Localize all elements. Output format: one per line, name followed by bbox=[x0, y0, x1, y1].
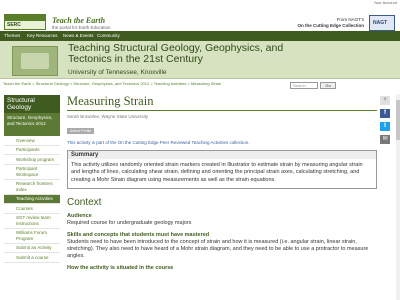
site-header: SERC Teach the Earth the portal for Eart… bbox=[0, 6, 400, 31]
email-icon[interactable]: ✉ bbox=[380, 135, 390, 144]
summary-box: Summary This activity utilizes randomly … bbox=[67, 150, 377, 189]
nagt-logo-text: NAGT bbox=[373, 20, 388, 26]
site-title[interactable]: Teach the Earth bbox=[52, 16, 105, 25]
logo-text: SERC bbox=[7, 22, 21, 28]
your-account-link[interactable]: Your Account bbox=[374, 0, 397, 5]
sidebar-subhead[interactable]: Structure, Geophysics, and Tectonics 201… bbox=[4, 113, 60, 136]
sidebar-item-participant-workspace[interactable]: Participant Workspace bbox=[4, 165, 60, 180]
nav-themes[interactable]: Themes bbox=[4, 33, 20, 38]
sidebar-item-williams-forum[interactable]: Williams Forum Program bbox=[4, 229, 60, 244]
nav-news-events[interactable]: News & Events bbox=[63, 33, 94, 38]
sidebar-item-courses[interactable]: Courses bbox=[4, 204, 60, 214]
author-line[interactable]: Sarah Brownlee, Wayne State University bbox=[67, 114, 377, 119]
nagt-text: From NAGT's On the Cutting Edge Collecti… bbox=[298, 17, 365, 29]
nav-bar: Themes Key Resources News & Events Commu… bbox=[0, 31, 400, 41]
sidebar-head[interactable]: Structural Geology bbox=[4, 95, 60, 113]
author-profile-badge[interactable]: Author Profile bbox=[67, 128, 95, 134]
sidebar-item-workshop-program[interactable]: Workshop program bbox=[4, 155, 60, 165]
twitter-icon[interactable]: t bbox=[380, 122, 390, 131]
sidebar-item-teaching-activities[interactable]: Teaching Activities bbox=[4, 194, 60, 204]
summary-heading: Summary bbox=[68, 151, 376, 159]
nav-key-resources[interactable]: Key Resources bbox=[27, 33, 58, 38]
sidebar: Structural Geology Structure, Geophysics… bbox=[4, 95, 60, 300]
sidebar-item-participants[interactable]: Participants bbox=[4, 146, 60, 155]
logo-bar bbox=[5, 15, 45, 21]
situated-heading: How the activity is situated in the cour… bbox=[67, 264, 174, 271]
serc-logo[interactable]: SERC bbox=[4, 14, 46, 30]
skills-text: Students need to have been introduced to… bbox=[67, 238, 369, 259]
sidebar-item-submit-course[interactable]: Submit a course bbox=[4, 253, 60, 263]
main-content: Measuring Strain Sarah Brownlee, Wayne S… bbox=[67, 94, 377, 271]
nav-community[interactable]: Community bbox=[97, 33, 120, 38]
sidebar-item-review-team[interactable]: SGT review team instructions bbox=[4, 214, 60, 229]
banner-image bbox=[12, 46, 58, 76]
breadcrumb[interactable]: Teach the Earth > Structural Geology > S… bbox=[3, 80, 397, 87]
page-title: Measuring Strain bbox=[67, 94, 377, 111]
scrollbar-thumb[interactable] bbox=[396, 100, 400, 140]
facebook-icon[interactable]: f bbox=[380, 109, 390, 118]
banner-title[interactable]: Teaching Structural Geology, Geophysics,… bbox=[68, 43, 298, 65]
share-plus-icon[interactable]: + bbox=[380, 96, 390, 105]
banner-subtitle: University of Tennessee, Knoxville bbox=[68, 69, 167, 76]
audience-heading: Audience bbox=[67, 212, 92, 219]
audience-text: Required course for undergraduate geolog… bbox=[67, 219, 192, 226]
collection-note[interactable]: This activity is part of the On the Cutt… bbox=[67, 140, 377, 145]
sidebar-item-submit-activity[interactable]: Submit an Activity bbox=[4, 244, 60, 253]
share-bar: + f t ✉ bbox=[380, 96, 392, 148]
sidebar-item-overview[interactable]: Overview bbox=[4, 136, 60, 146]
sidebar-item-research-frontiers[interactable]: Research frontiers index bbox=[4, 180, 60, 195]
context-heading: Context bbox=[67, 196, 102, 208]
skills-heading: Skills and concepts that students must h… bbox=[67, 231, 210, 238]
summary-text: This activity utilizes randomly oriented… bbox=[71, 162, 363, 183]
banner: Teaching Structural Geology, Geophysics,… bbox=[0, 41, 400, 89]
collection-line[interactable]: On the Cutting Edge Collection bbox=[298, 23, 365, 29]
site-subtitle: the portal for Earth Education bbox=[52, 25, 111, 30]
nagt-logo[interactable]: NAGT bbox=[369, 15, 395, 31]
